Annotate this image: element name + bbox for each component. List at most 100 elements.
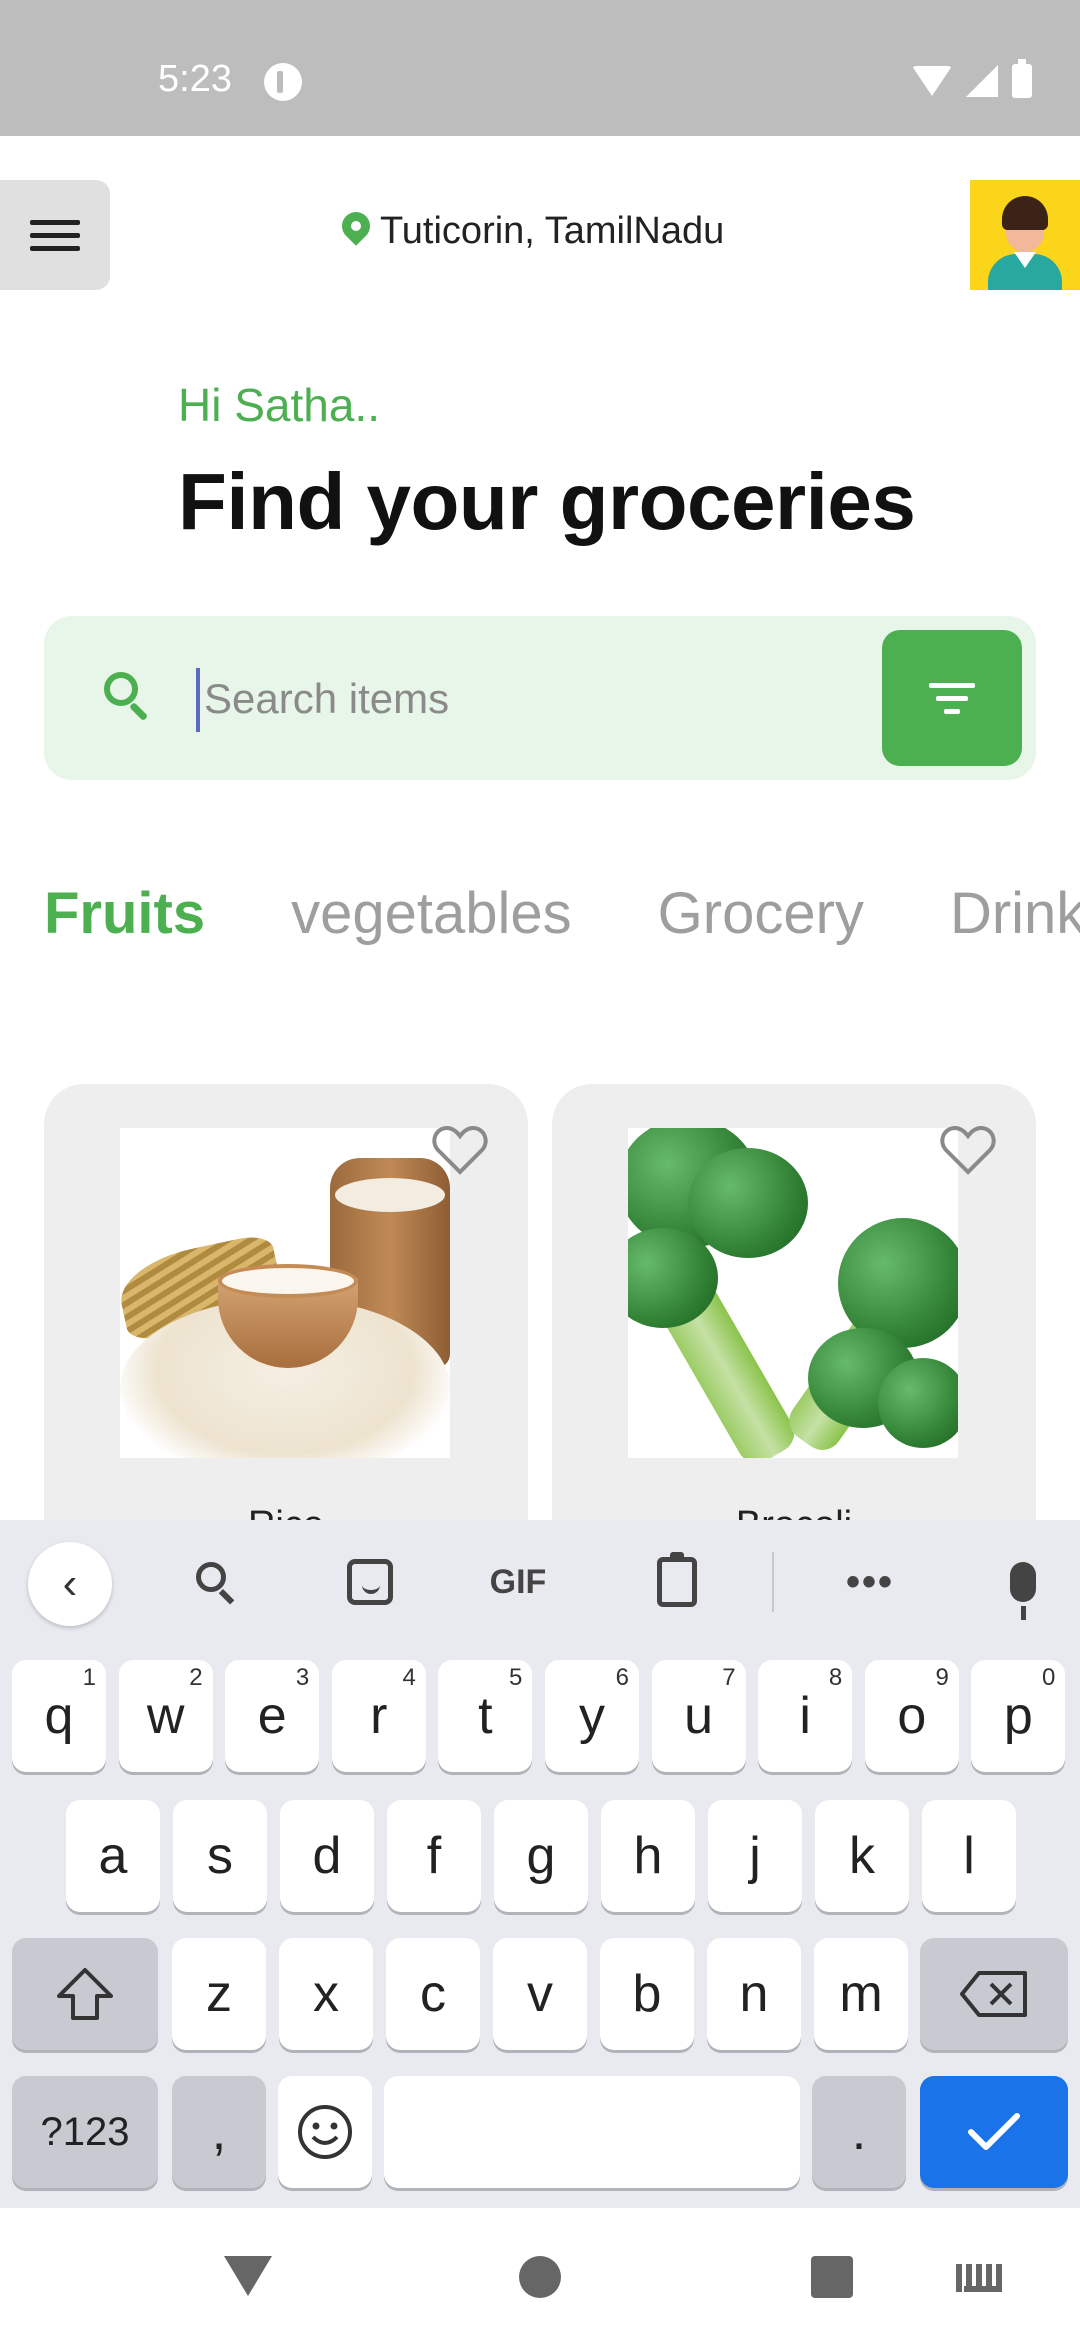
- key-n[interactable]: n: [707, 1938, 801, 2050]
- keyboard-collapse-button[interactable]: ‹: [28, 1542, 112, 1626]
- enter-key[interactable]: [920, 2076, 1068, 2188]
- key-z[interactable]: z: [172, 1938, 266, 2050]
- page-title: Find your groceries: [178, 457, 916, 546]
- key-u[interactable]: u7: [651, 1660, 746, 1772]
- search-bar: [44, 616, 1036, 780]
- key-v[interactable]: v: [493, 1938, 587, 2050]
- category-tabs: Fruits vegetables Grocery Drinks: [44, 880, 1080, 960]
- key-number-hint: 3: [295, 1664, 310, 1691]
- key-label: e: [257, 1687, 287, 1745]
- key-c[interactable]: c: [386, 1938, 480, 2050]
- period-key[interactable]: .: [812, 2076, 906, 2188]
- key-f[interactable]: f: [387, 1800, 481, 1912]
- keyboard-row-3: zxcvbnm: [0, 1938, 1080, 2054]
- clipboard-icon: [657, 1552, 697, 1607]
- backspace-key[interactable]: [920, 1938, 1068, 2050]
- key-number-hint: 4: [402, 1664, 416, 1691]
- product-card-rice[interactable]: Rice: [44, 1084, 528, 1544]
- text-cursor: [196, 668, 200, 732]
- shift-key[interactable]: [12, 1938, 158, 2050]
- tab-drinks[interactable]: Drinks: [950, 880, 1080, 947]
- keyboard-row-2: asdfghjkl: [0, 1800, 1080, 1916]
- key-h[interactable]: h: [601, 1800, 695, 1912]
- tab-vegetables[interactable]: vegetables: [291, 880, 572, 947]
- key-x[interactable]: x: [279, 1938, 373, 2050]
- key-a[interactable]: a: [66, 1800, 160, 1912]
- key-k[interactable]: k: [815, 1800, 909, 1912]
- hamburger-icon: [30, 219, 80, 225]
- key-number-hint: 9: [935, 1664, 949, 1691]
- keyboard-switch-icon[interactable]: [956, 2264, 1004, 2292]
- key-j[interactable]: j: [708, 1800, 802, 1912]
- sticker-button[interactable]: [340, 1550, 400, 1614]
- cell-signal-icon: [966, 65, 998, 97]
- location-pin-icon: [342, 212, 370, 252]
- search-icon: [194, 1560, 238, 1605]
- tab-fruits[interactable]: Fruits: [44, 880, 205, 947]
- voice-input-button[interactable]: [1000, 1550, 1046, 1620]
- wifi-icon: [912, 66, 952, 96]
- key-r[interactable]: r4: [331, 1660, 426, 1772]
- keyboard-search-button[interactable]: [186, 1550, 246, 1614]
- location-label: Tuticorin, TamilNadu: [380, 210, 725, 252]
- rice-image: [120, 1128, 450, 1458]
- emoji-key[interactable]: [278, 2076, 372, 2188]
- nav-home-icon[interactable]: [519, 2256, 561, 2298]
- key-d[interactable]: d: [280, 1800, 374, 1912]
- key-number-hint: 2: [189, 1664, 203, 1691]
- nav-back-icon[interactable]: [224, 2256, 272, 2296]
- emoji-icon: [298, 2105, 352, 2159]
- search-icon: [104, 672, 150, 722]
- key-l[interactable]: l: [922, 1800, 1016, 1912]
- key-q[interactable]: q1: [12, 1660, 106, 1772]
- nav-recents-icon[interactable]: [811, 2256, 853, 2298]
- toolbar-divider: [772, 1552, 774, 1612]
- key-p[interactable]: p0: [971, 1660, 1066, 1772]
- key-label: q: [44, 1687, 74, 1745]
- key-w[interactable]: w2: [118, 1660, 213, 1772]
- status-bar: 5:23: [0, 0, 1080, 136]
- key-number-hint: 6: [615, 1664, 629, 1691]
- comma-key[interactable]: ,: [172, 2076, 266, 2188]
- shift-icon: [57, 1968, 113, 2020]
- backspace-icon: [960, 1971, 1027, 2017]
- status-icons: [912, 59, 1032, 98]
- key-m[interactable]: m: [814, 1938, 908, 2050]
- key-label: p: [1003, 1687, 1033, 1745]
- keyboard-row-1: q1w2e3r4t5y6u7i8o9p0: [0, 1660, 1080, 1776]
- key-s[interactable]: s: [173, 1800, 267, 1912]
- menu-button[interactable]: [0, 180, 110, 290]
- checkmark-icon: [968, 2113, 1020, 2150]
- filter-button[interactable]: [882, 630, 1022, 766]
- filter-icon: [929, 682, 975, 688]
- favorite-heart-icon[interactable]: [940, 1124, 996, 1176]
- key-label: r: [370, 1687, 388, 1745]
- avatar[interactable]: [970, 180, 1080, 290]
- soft-keyboard: ‹ GIF ••• q1w2e3r4t5y6u7i8o9p0 asdfghjkl…: [0, 1520, 1080, 2208]
- key-b[interactable]: b: [600, 1938, 694, 2050]
- key-o[interactable]: o9: [864, 1660, 959, 1772]
- key-y[interactable]: y6: [545, 1660, 639, 1772]
- key-i[interactable]: i8: [758, 1660, 853, 1772]
- favorite-heart-icon[interactable]: [432, 1124, 488, 1176]
- clipboard-button[interactable]: [650, 1550, 704, 1614]
- status-time: 5:23: [158, 58, 232, 100]
- keyboard-toolbar: ‹ GIF •••: [0, 1520, 1080, 1644]
- battery-icon: [1012, 59, 1032, 98]
- tab-grocery[interactable]: Grocery: [658, 880, 864, 947]
- symbols-key[interactable]: ?123: [12, 2076, 158, 2188]
- key-label: y: [579, 1687, 605, 1745]
- key-label: o: [897, 1687, 927, 1745]
- key-t[interactable]: t5: [438, 1660, 533, 1772]
- key-e[interactable]: e3: [225, 1660, 320, 1772]
- chevron-left-icon: ‹: [62, 1559, 78, 1608]
- key-number-hint: 8: [828, 1664, 843, 1691]
- more-options-button[interactable]: •••: [838, 1550, 902, 1614]
- product-card-brocoli[interactable]: Brocoli: [552, 1084, 1036, 1544]
- gif-button[interactable]: GIF: [478, 1550, 558, 1614]
- search-input[interactable]: [198, 656, 758, 742]
- key-label: w: [146, 1687, 185, 1745]
- location-selector[interactable]: Tuticorin, TamilNadu: [342, 210, 724, 253]
- space-key[interactable]: [384, 2076, 800, 2188]
- key-g[interactable]: g: [494, 1800, 588, 1912]
